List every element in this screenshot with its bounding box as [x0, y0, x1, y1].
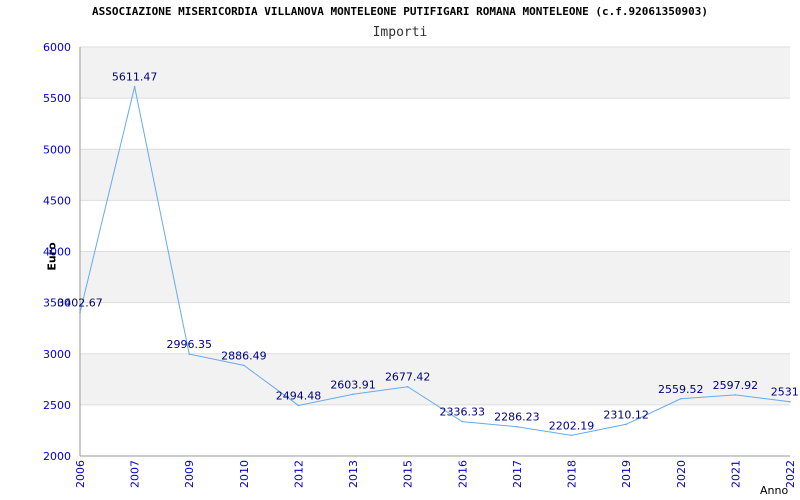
- data-label: 2310.12: [603, 408, 649, 421]
- data-point: [243, 364, 245, 367]
- x-tick-labels: 2006 2007 2009 2010 2012 2013 2015 2016 2017 2018…: [74, 460, 797, 488]
- x-tick-label: 2007: [129, 460, 142, 488]
- data-point: [406, 385, 409, 388]
- data-label: 2886.49: [221, 349, 267, 362]
- data-label: 2202.19: [549, 419, 595, 432]
- x-tick-label: 2009: [183, 460, 196, 488]
- y-tick-label: 3000: [43, 348, 71, 361]
- data-point: [352, 393, 354, 396]
- data-point: [516, 425, 518, 428]
- data-label: 2531.1: [771, 386, 800, 399]
- x-tick-label: 2021: [729, 460, 742, 488]
- data-point: [789, 400, 791, 403]
- data-label: 2996.35: [166, 338, 212, 351]
- grid-band: [80, 251, 790, 303]
- data-label: 2494.48: [276, 389, 322, 402]
- grid-band: [80, 47, 790, 99]
- y-tick-label: 5500: [43, 92, 71, 105]
- x-tick-label: 2010: [238, 460, 251, 488]
- data-point: [79, 311, 81, 314]
- data-label: 2597.92: [713, 379, 759, 392]
- data-point: [679, 397, 682, 400]
- data-point: [188, 353, 191, 355]
- data-point: [734, 394, 737, 396]
- data-point: [297, 404, 300, 407]
- y-tick-labels: 200025003000350040004500500055006000: [43, 41, 71, 463]
- grid-band: [80, 149, 790, 201]
- x-tick-label: 2012: [292, 460, 305, 488]
- data-point: [461, 420, 464, 423]
- x-tick-label: 2018: [566, 460, 579, 488]
- line-chart: 200025003000350040004500500055006000 200…: [43, 41, 800, 488]
- data-label: 2336.33: [440, 406, 486, 419]
- x-tick-label: 2013: [347, 460, 360, 488]
- x-tick-label: 2006: [74, 460, 87, 488]
- grid-bands: [80, 47, 790, 405]
- y-tick-label: 4500: [43, 194, 71, 207]
- data-point: [133, 85, 136, 88]
- data-label: 2559.52: [658, 383, 704, 396]
- x-tick-label: 2015: [402, 460, 415, 488]
- y-tick-label: 5000: [43, 143, 71, 156]
- data-label: 2677.42: [385, 371, 431, 384]
- x-tick-label: 2022: [784, 460, 797, 488]
- grid-band: [80, 353, 790, 405]
- y-tick-label: 6000: [43, 41, 71, 54]
- y-tick-label: 4000: [43, 246, 71, 259]
- x-tick-label: 2017: [511, 460, 524, 488]
- x-tick-label: 2020: [675, 460, 688, 488]
- y-tick-label: 2500: [43, 399, 71, 412]
- data-label: 2286.23: [494, 411, 540, 424]
- data-label: 3402.67: [57, 297, 103, 310]
- data-label: 5611.47: [112, 71, 158, 84]
- data-label: 2603.91: [330, 378, 376, 391]
- data-point: [625, 423, 627, 426]
- x-tick-label: 2019: [620, 460, 633, 488]
- x-tick-label: 2016: [456, 460, 469, 488]
- y-tick-label: 2000: [43, 450, 71, 463]
- data-point: [570, 434, 573, 437]
